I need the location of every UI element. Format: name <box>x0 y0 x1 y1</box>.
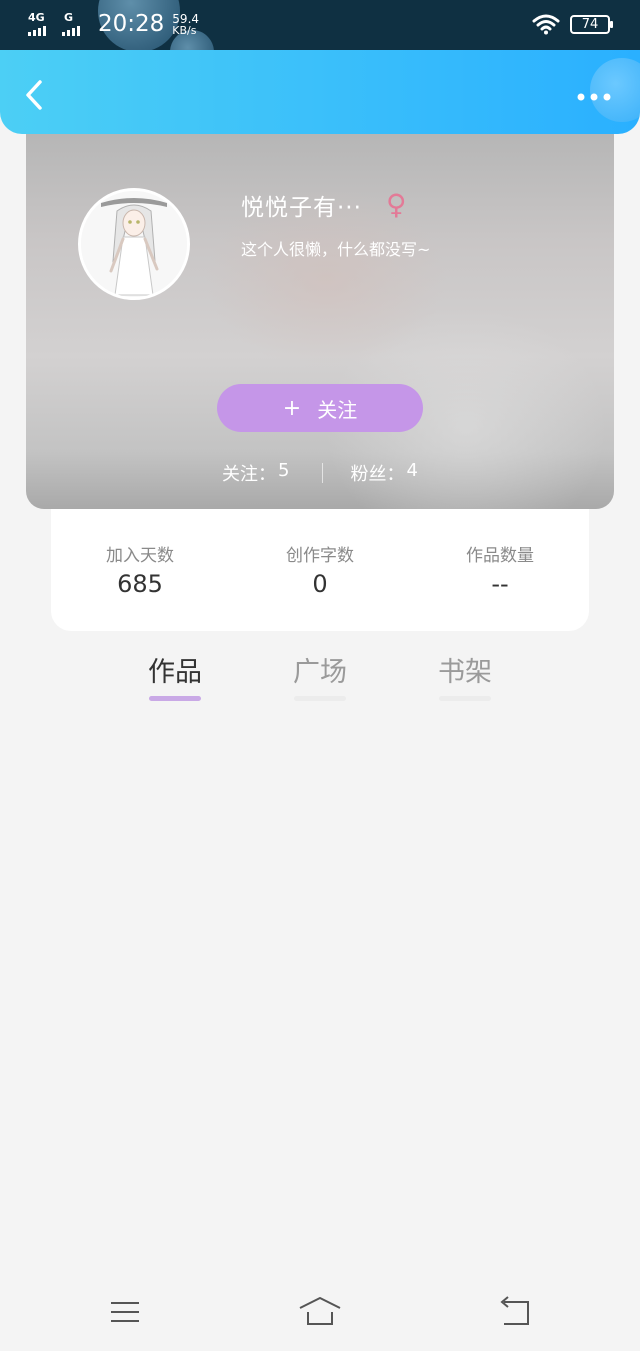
header-bar <box>0 50 640 134</box>
status-bar: 4G G 20:28 59.4 KB/s 74 <box>0 0 640 50</box>
user-bio: 这个人很懒，什么都没写~ <box>241 240 431 259</box>
stat-join-days: 加入天数 685 <box>106 546 174 598</box>
follow-button[interactable]: + 关注 <box>217 384 423 432</box>
signal-g-icon: G <box>62 12 88 38</box>
wifi-icon <box>532 14 560 35</box>
avatar-illustration <box>81 191 187 297</box>
clock-time: 20:28 <box>98 11 165 37</box>
profile-card: 悦悦子有··· ♀ 这个人很懒，什么都没写~ + 关注 关注： 5 粉丝： 4 <box>26 128 614 509</box>
tab-underline <box>294 696 346 701</box>
menu-icon[interactable] <box>103 1294 147 1328</box>
tab-works[interactable]: 作品 <box>135 650 215 701</box>
followers-count[interactable]: 粉丝： 4 <box>351 460 418 486</box>
follow-counts: 关注： 5 粉丝： 4 <box>26 460 614 486</box>
tab-underline <box>149 696 201 701</box>
stat-word-count: 创作字数 0 <box>286 546 354 598</box>
chevron-left-icon[interactable] <box>20 78 50 112</box>
return-icon[interactable] <box>494 1294 538 1328</box>
tab-bookshelf[interactable]: 书架 <box>425 650 505 701</box>
home-icon[interactable] <box>298 1294 342 1328</box>
follow-button-label: 关注 <box>317 397 358 422</box>
signal-4g-icon: 4G <box>28 12 54 38</box>
username: 悦悦子有··· <box>241 195 362 221</box>
tab-underline <box>439 696 491 701</box>
female-symbol-icon: ♀ <box>385 188 407 221</box>
tab-square[interactable]: 广场 <box>280 650 360 701</box>
tab-bar: 作品 广场 书架 <box>0 650 640 710</box>
following-count[interactable]: 关注： 5 <box>222 460 289 486</box>
more-dots-icon[interactable] <box>576 90 612 104</box>
divider <box>321 463 323 483</box>
plus-icon: + <box>282 395 302 421</box>
stat-works-count: 作品数量 -- <box>466 546 534 598</box>
system-nav-bar <box>0 1280 640 1351</box>
battery-indicator: 74 <box>570 14 613 34</box>
stats-card: 加入天数 685 创作字数 0 作品数量 -- <box>51 505 589 631</box>
avatar[interactable] <box>78 188 190 300</box>
network-speed: 59.4 KB/s <box>172 12 200 37</box>
